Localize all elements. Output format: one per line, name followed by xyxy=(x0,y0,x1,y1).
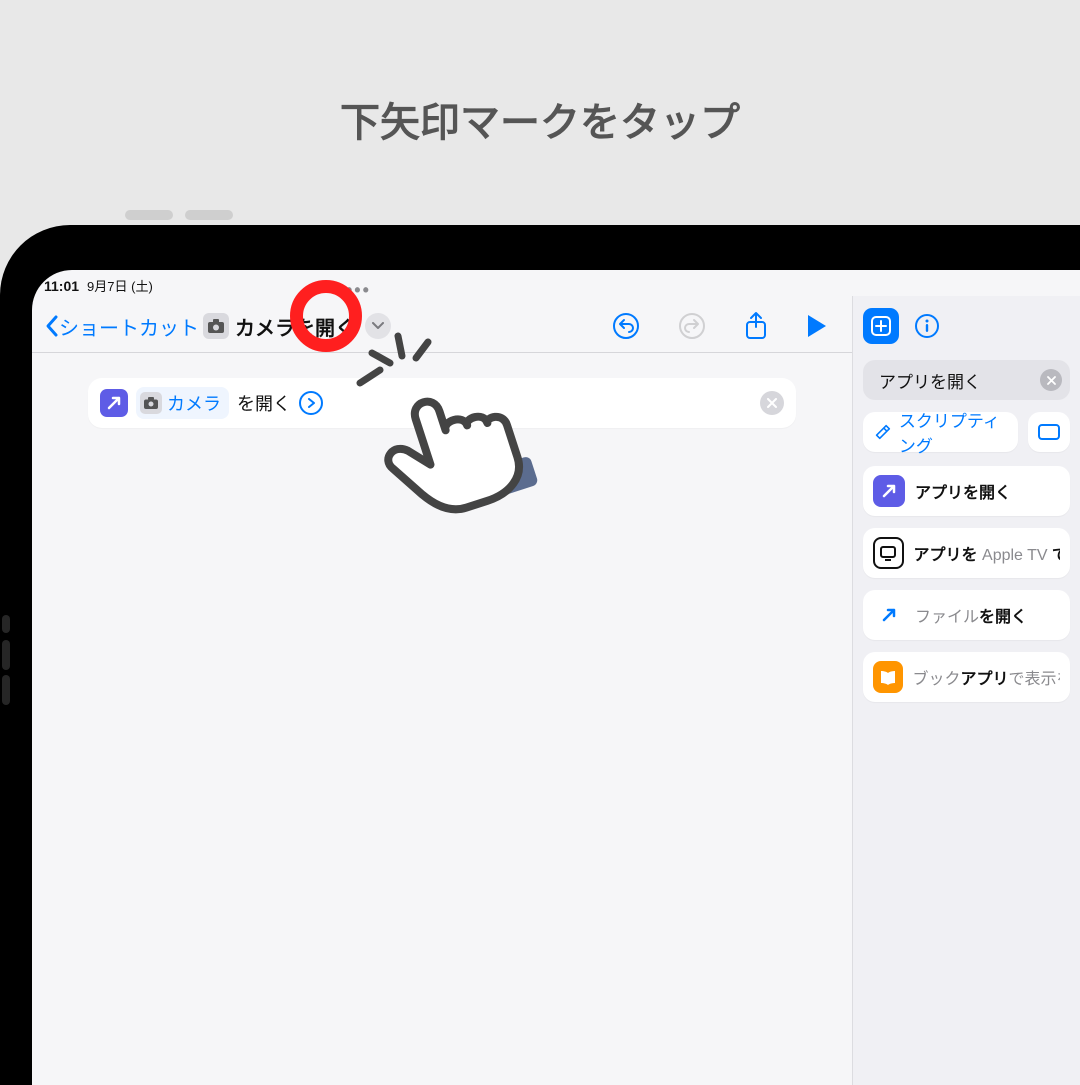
status-bar: 11:01 9月7日 (土) xyxy=(44,276,153,295)
decorative-slots xyxy=(125,210,233,220)
shortcut-title: カメラを開く xyxy=(235,312,355,341)
action-item-label: アプリを Apple TV で xyxy=(914,541,1060,565)
chevron-down-button[interactable] xyxy=(365,313,391,339)
filter-row: スクリプティング xyxy=(853,412,1080,466)
camera-icon xyxy=(140,392,162,414)
chevron-left-icon xyxy=(44,314,60,338)
redo-icon xyxy=(678,312,706,340)
play-button[interactable] xyxy=(806,313,828,339)
share-button[interactable] xyxy=(744,311,768,341)
status-date: 9月7日 (土) xyxy=(87,276,153,295)
screen: 11:01 9月7日 (土) ••• ショートカット カメラを開く xyxy=(32,270,1080,1085)
library-button[interactable] xyxy=(863,308,899,344)
filter-label: スクリプティング xyxy=(899,407,1006,457)
action-item-label: ファイルを開く xyxy=(915,603,1027,627)
filter-media[interactable] xyxy=(1028,412,1070,452)
back-label: ショートカット xyxy=(59,312,199,341)
action-item-label: アプリを開く xyxy=(915,479,1011,503)
appletv-icon xyxy=(873,537,904,569)
info-button[interactable] xyxy=(913,312,941,340)
wand-icon xyxy=(875,422,891,442)
books-icon xyxy=(873,661,903,693)
action-open-app[interactable]: カメラ を開く xyxy=(88,378,796,428)
share-icon xyxy=(744,311,768,341)
redo-button[interactable] xyxy=(678,312,706,340)
action-item-open-file[interactable]: ファイルを開く xyxy=(863,590,1070,640)
action-item-open-app[interactable]: アプリを開く xyxy=(863,466,1070,516)
app-name-label: カメラ xyxy=(167,390,221,416)
library-icon xyxy=(870,315,892,337)
close-icon xyxy=(767,398,777,408)
undo-icon xyxy=(612,312,640,340)
action-list: アプリを開く アプリを Apple TV で ファイルを開く xyxy=(853,466,1080,702)
info-icon xyxy=(914,313,940,339)
filter-scripting[interactable]: スクリプティング xyxy=(863,412,1018,452)
action-item-books[interactable]: ブックアプリで表示を xyxy=(863,652,1070,702)
app-parameter-chip[interactable]: カメラ xyxy=(136,387,229,419)
expand-action-button[interactable] xyxy=(299,391,323,415)
open-file-icon xyxy=(873,599,905,631)
chevron-right-icon xyxy=(306,398,316,408)
camera-icon xyxy=(203,313,229,339)
chevron-down-icon xyxy=(372,322,384,330)
clear-search-button[interactable] xyxy=(1040,369,1062,391)
back-button[interactable]: ショートカット xyxy=(44,312,199,341)
action-item-appletv[interactable]: アプリを Apple TV で xyxy=(863,528,1070,578)
toolbar-right xyxy=(612,298,828,354)
editor-canvas[interactable]: カメラ を開く xyxy=(32,360,852,1085)
play-icon xyxy=(806,313,828,339)
actions-sidebar: スクリプティング アプリを開く アプリを Apple TV xyxy=(852,296,1080,1085)
page-title: 下矢印マークをタップ xyxy=(0,90,1080,148)
undo-button[interactable] xyxy=(612,312,640,340)
status-time: 11:01 xyxy=(44,278,79,294)
open-app-icon xyxy=(873,475,905,507)
action-item-label: ブックアプリで表示を xyxy=(913,665,1061,689)
remove-action-button[interactable] xyxy=(760,391,784,415)
open-app-icon xyxy=(100,389,128,417)
ipad-frame: 11:01 9月7日 (土) ••• ショートカット カメラを開く xyxy=(0,225,1080,1085)
shortcut-title-chip[interactable]: カメラを開く xyxy=(203,312,391,341)
action-text: を開く xyxy=(237,390,291,416)
search-input-wrapper[interactable] xyxy=(863,360,1070,400)
close-icon xyxy=(1047,376,1056,385)
ticket-icon xyxy=(1038,422,1060,442)
